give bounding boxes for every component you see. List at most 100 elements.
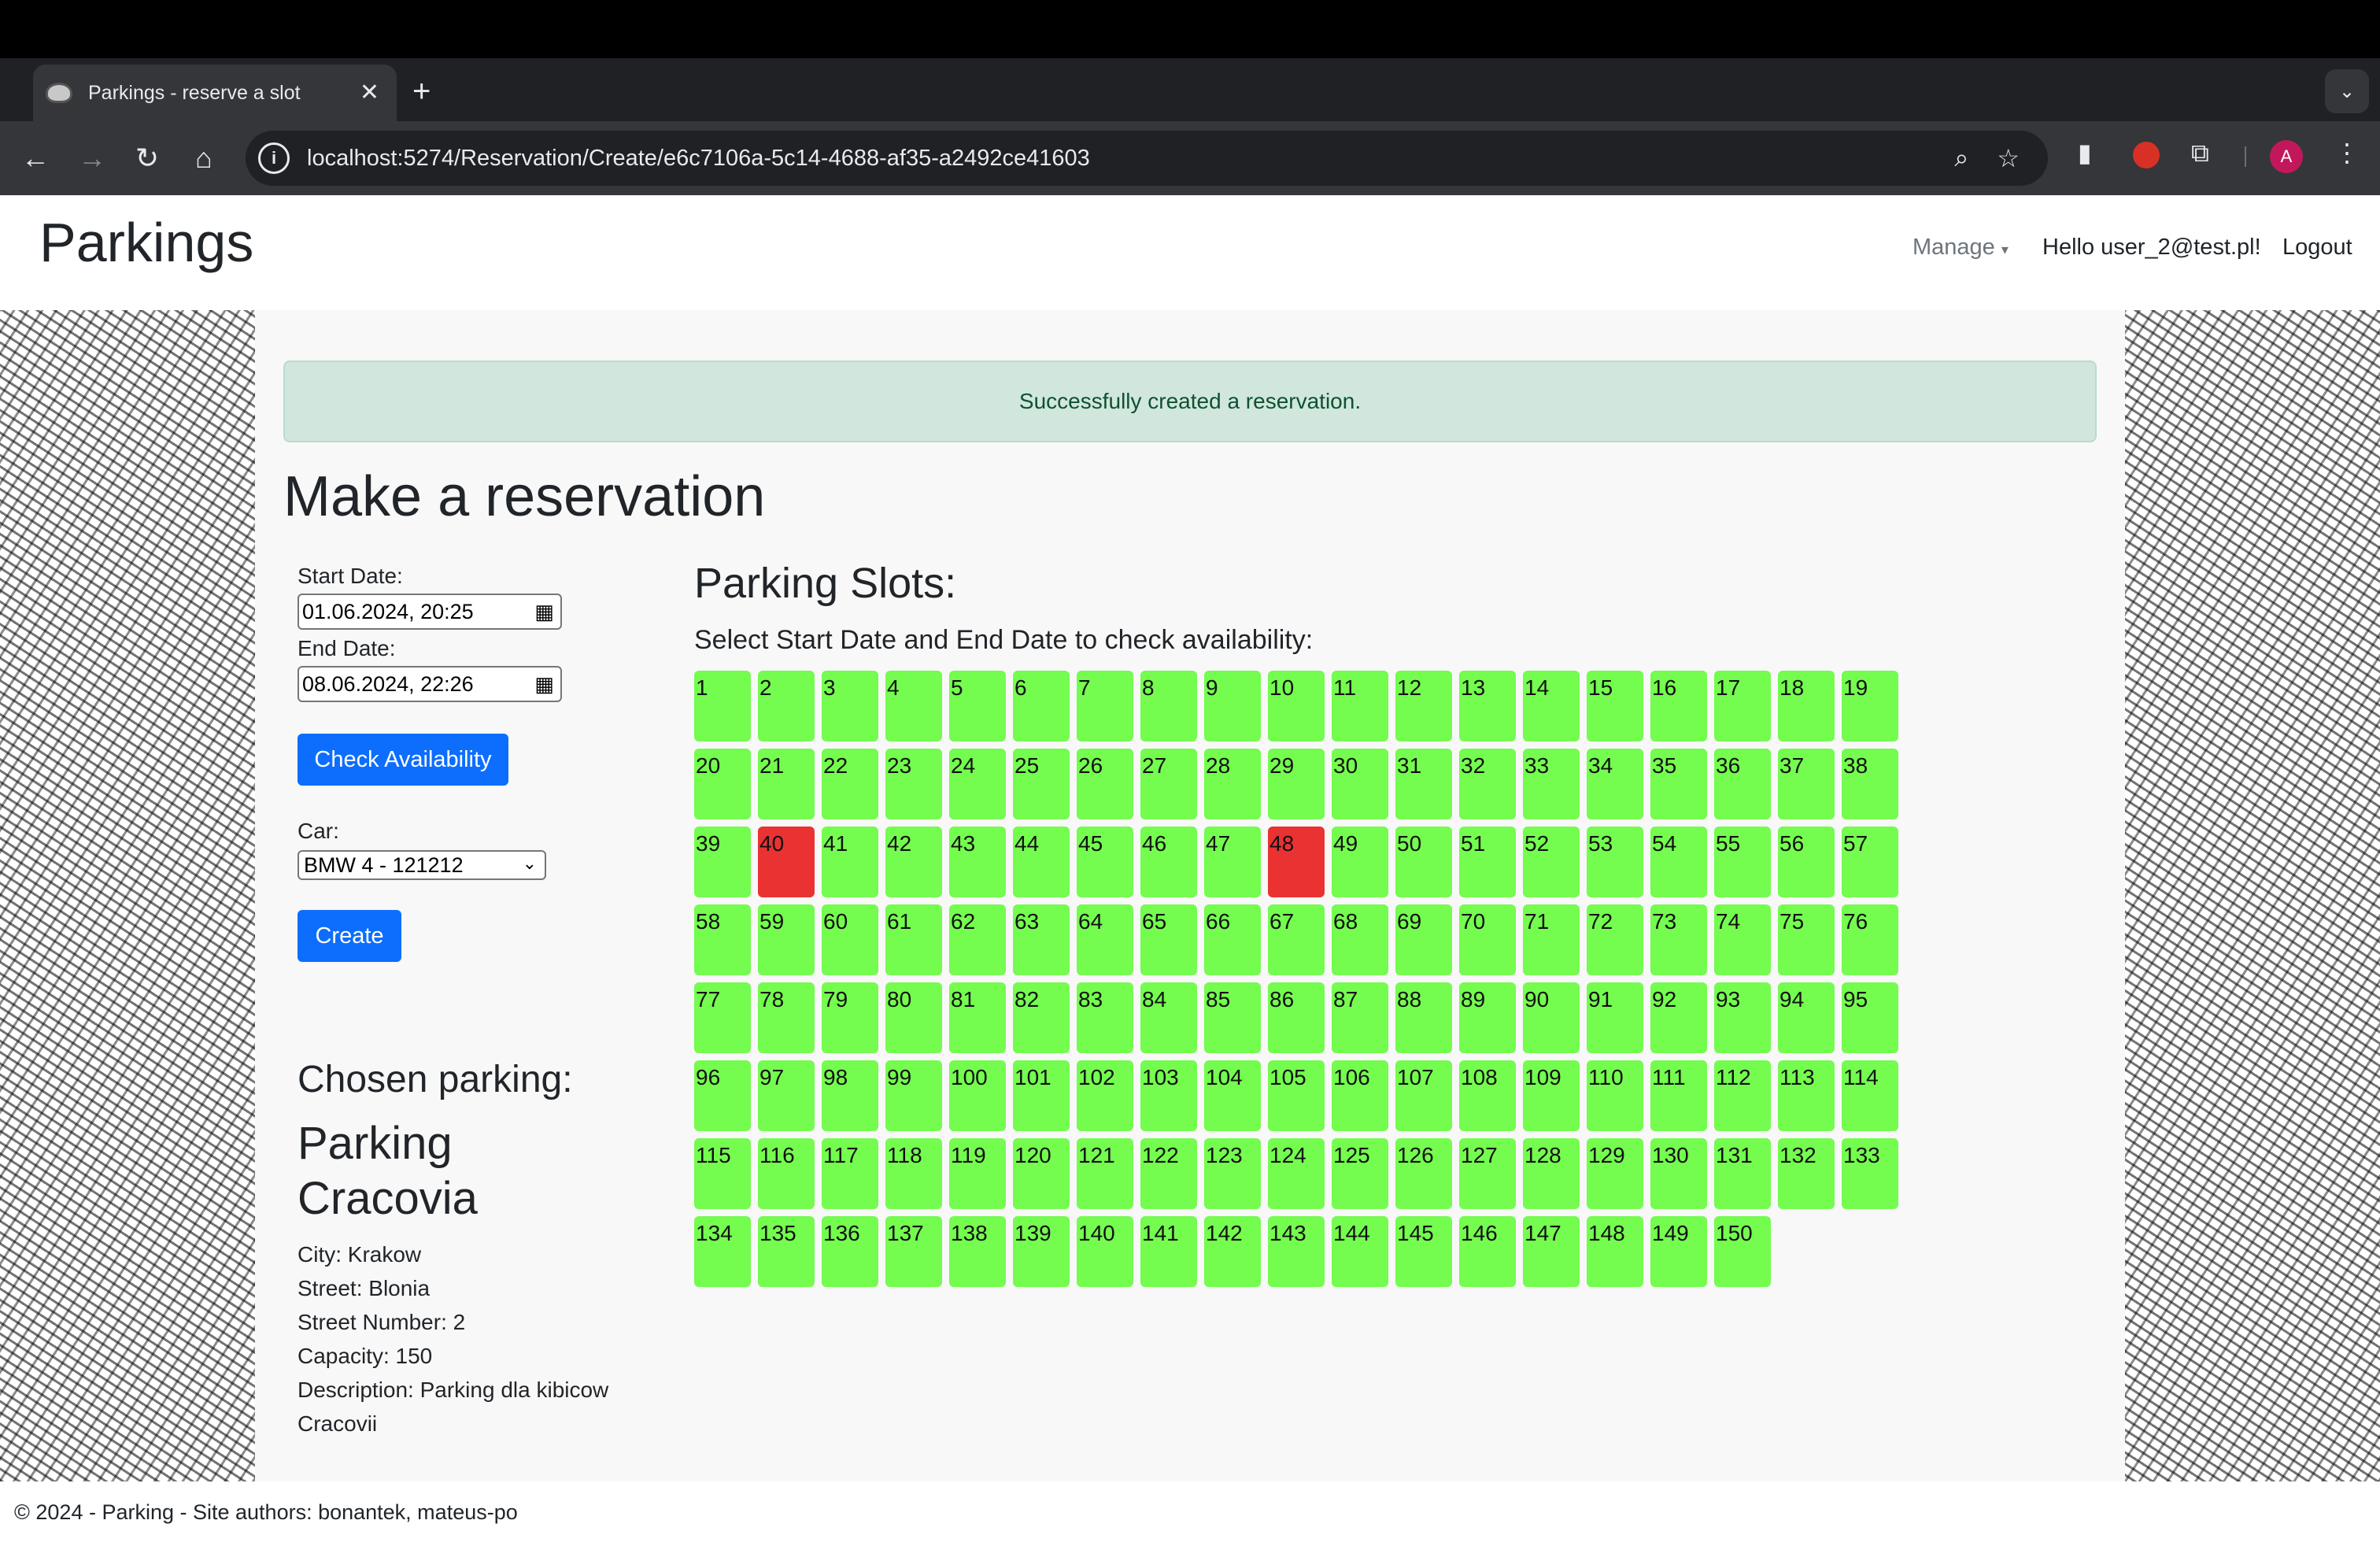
adblock-extension-icon[interactable] bbox=[2133, 142, 2160, 168]
parking-slot[interactable]: 90 bbox=[1523, 982, 1580, 1053]
parking-slot[interactable]: 134 bbox=[694, 1216, 751, 1287]
parking-slot[interactable]: 76 bbox=[1842, 904, 1898, 975]
parking-slot[interactable]: 27 bbox=[1140, 749, 1197, 819]
parking-slot[interactable]: 23 bbox=[885, 749, 942, 819]
zoom-icon[interactable]: ⌕ bbox=[1954, 143, 1968, 173]
parking-slot[interactable]: 57 bbox=[1842, 827, 1898, 897]
parking-slot[interactable]: 110 bbox=[1587, 1060, 1643, 1131]
parking-slot[interactable]: 115 bbox=[694, 1138, 751, 1209]
parking-slot[interactable]: 87 bbox=[1332, 982, 1388, 1053]
parking-slot[interactable]: 28 bbox=[1204, 749, 1261, 819]
parking-slot[interactable]: 109 bbox=[1523, 1060, 1580, 1131]
parking-slot[interactable]: 64 bbox=[1077, 904, 1133, 975]
brand-link[interactable]: Parkings bbox=[39, 211, 253, 274]
bookmark-star-icon[interactable]: ☆ bbox=[1997, 143, 2020, 173]
parking-slot[interactable]: 94 bbox=[1778, 982, 1835, 1053]
parking-slot[interactable]: 112 bbox=[1714, 1060, 1771, 1131]
site-info-icon[interactable]: i bbox=[258, 142, 290, 174]
parking-slot[interactable]: 74 bbox=[1714, 904, 1771, 975]
parking-slot[interactable]: 113 bbox=[1778, 1060, 1835, 1131]
parking-slot[interactable]: 126 bbox=[1395, 1138, 1452, 1209]
parking-slot[interactable]: 66 bbox=[1204, 904, 1261, 975]
parking-slot[interactable]: 58 bbox=[694, 904, 751, 975]
parking-slot[interactable]: 56 bbox=[1778, 827, 1835, 897]
parking-slot[interactable]: 7 bbox=[1077, 671, 1133, 742]
parking-slot[interactable]: 145 bbox=[1395, 1216, 1452, 1287]
parking-slot[interactable]: 50 bbox=[1395, 827, 1452, 897]
parking-slot-taken[interactable]: 40 bbox=[758, 827, 815, 897]
parking-slot[interactable]: 69 bbox=[1395, 904, 1452, 975]
parking-slot[interactable]: 81 bbox=[949, 982, 1006, 1053]
parking-slot[interactable]: 4 bbox=[885, 671, 942, 742]
parking-slot[interactable]: 103 bbox=[1140, 1060, 1197, 1131]
parking-slot[interactable]: 32 bbox=[1459, 749, 1516, 819]
calendar-icon[interactable]: ▦ bbox=[534, 672, 554, 697]
parking-slot[interactable]: 77 bbox=[694, 982, 751, 1053]
parking-slot[interactable]: 144 bbox=[1332, 1216, 1388, 1287]
parking-slot[interactable]: 29 bbox=[1268, 749, 1325, 819]
parking-slot[interactable]: 117 bbox=[822, 1138, 878, 1209]
create-button[interactable]: Create bbox=[298, 910, 401, 962]
car-select[interactable]: BMW 4 - 121212 ⌄ bbox=[298, 850, 546, 880]
parking-slot[interactable]: 15 bbox=[1587, 671, 1643, 742]
parking-slot[interactable]: 100 bbox=[949, 1060, 1006, 1131]
parking-slot[interactable]: 125 bbox=[1332, 1138, 1388, 1209]
back-icon[interactable]: ← bbox=[16, 139, 55, 178]
parking-slot[interactable]: 73 bbox=[1650, 904, 1707, 975]
end-date-input[interactable]: 08.06.2024, 22:26 ▦ bbox=[298, 666, 562, 702]
hello-user-link[interactable]: Hello user_2@test.pl! bbox=[2042, 235, 2261, 261]
parking-slot[interactable]: 96 bbox=[694, 1060, 751, 1131]
calendar-icon[interactable]: ▦ bbox=[534, 600, 554, 624]
parking-slot[interactable]: 25 bbox=[1013, 749, 1070, 819]
parking-slot[interactable]: 34 bbox=[1587, 749, 1643, 819]
parking-slot[interactable]: 2 bbox=[758, 671, 815, 742]
parking-slot[interactable]: 111 bbox=[1650, 1060, 1707, 1131]
parking-slot[interactable]: 143 bbox=[1268, 1216, 1325, 1287]
tab-close-icon[interactable]: ✕ bbox=[360, 81, 379, 105]
parking-slot[interactable]: 31 bbox=[1395, 749, 1452, 819]
start-date-input[interactable]: 01.06.2024, 20:25 ▦ bbox=[298, 594, 562, 630]
logout-button[interactable]: Logout bbox=[2282, 235, 2352, 261]
new-tab-button[interactable]: + bbox=[412, 76, 431, 107]
parking-slot[interactable]: 86 bbox=[1268, 982, 1325, 1053]
parking-slot[interactable]: 89 bbox=[1459, 982, 1516, 1053]
parking-slot[interactable]: 107 bbox=[1395, 1060, 1452, 1131]
parking-slot[interactable]: 70 bbox=[1459, 904, 1516, 975]
extensions-puzzle-icon[interactable]: ⧉ bbox=[2191, 140, 2209, 165]
parking-slot[interactable]: 95 bbox=[1842, 982, 1898, 1053]
parking-slot[interactable]: 150 bbox=[1714, 1216, 1771, 1287]
parking-slot[interactable]: 141 bbox=[1140, 1216, 1197, 1287]
parking-slot[interactable]: 118 bbox=[885, 1138, 942, 1209]
parking-slot[interactable]: 52 bbox=[1523, 827, 1580, 897]
parking-slot[interactable]: 78 bbox=[758, 982, 815, 1053]
parking-slot[interactable]: 121 bbox=[1077, 1138, 1133, 1209]
parking-slot[interactable]: 102 bbox=[1077, 1060, 1133, 1131]
parking-slot[interactable]: 43 bbox=[949, 827, 1006, 897]
parking-slot[interactable]: 123 bbox=[1204, 1138, 1261, 1209]
parking-slot[interactable]: 139 bbox=[1013, 1216, 1070, 1287]
parking-slot[interactable]: 19 bbox=[1842, 671, 1898, 742]
parking-slot[interactable]: 132 bbox=[1778, 1138, 1835, 1209]
parking-slot[interactable]: 36 bbox=[1714, 749, 1771, 819]
parking-slot[interactable]: 18 bbox=[1778, 671, 1835, 742]
parking-slot[interactable]: 11 bbox=[1332, 671, 1388, 742]
parking-slot[interactable]: 16 bbox=[1650, 671, 1707, 742]
parking-slot[interactable]: 26 bbox=[1077, 749, 1133, 819]
parking-slot[interactable]: 135 bbox=[758, 1216, 815, 1287]
parking-slot[interactable]: 10 bbox=[1268, 671, 1325, 742]
parking-slot[interactable]: 131 bbox=[1714, 1138, 1771, 1209]
parking-slot[interactable]: 129 bbox=[1587, 1138, 1643, 1209]
parking-slot[interactable]: 128 bbox=[1523, 1138, 1580, 1209]
parking-slot[interactable]: 142 bbox=[1204, 1216, 1261, 1287]
parking-slot[interactable]: 17 bbox=[1714, 671, 1771, 742]
parking-slot[interactable]: 148 bbox=[1587, 1216, 1643, 1287]
parking-slot[interactable]: 37 bbox=[1778, 749, 1835, 819]
parking-slot[interactable]: 72 bbox=[1587, 904, 1643, 975]
parking-slot[interactable]: 59 bbox=[758, 904, 815, 975]
parking-slot[interactable]: 116 bbox=[758, 1138, 815, 1209]
parking-slot[interactable]: 124 bbox=[1268, 1138, 1325, 1209]
parking-slot[interactable]: 140 bbox=[1077, 1216, 1133, 1287]
parking-slot[interactable]: 97 bbox=[758, 1060, 815, 1131]
parking-slot[interactable]: 6 bbox=[1013, 671, 1070, 742]
parking-slot[interactable]: 75 bbox=[1778, 904, 1835, 975]
